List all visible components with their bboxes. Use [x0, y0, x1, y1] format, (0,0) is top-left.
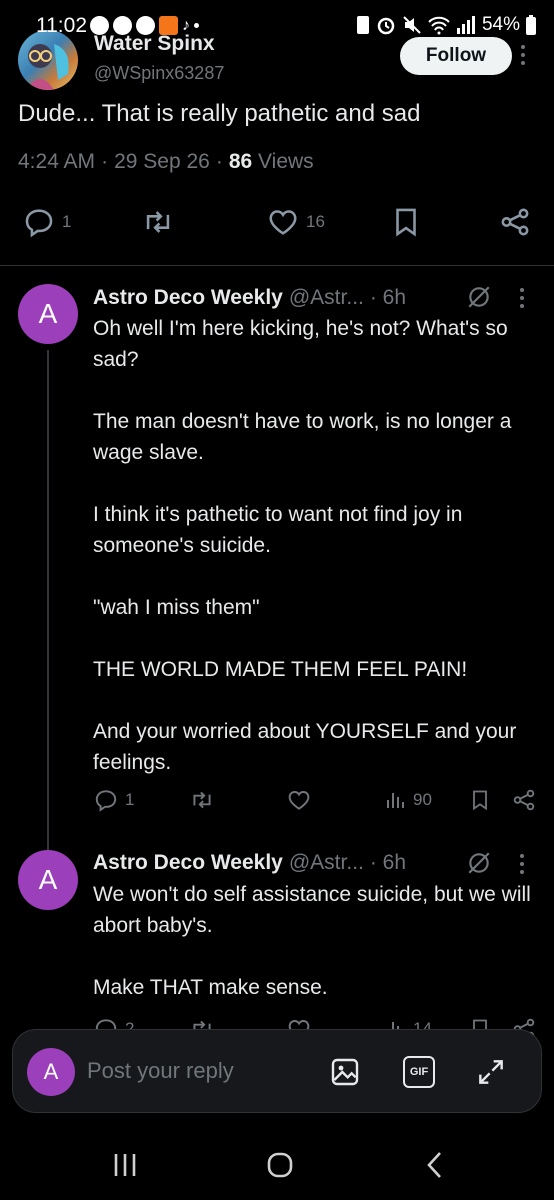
reply-reply-button[interactable]: 1 [93, 787, 134, 813]
reply-avatar[interactable]: A [18, 284, 78, 344]
reply-author-name[interactable]: Astro Deco Weekly [93, 286, 283, 310]
facebook-icon [136, 16, 155, 35]
dot-icon [194, 23, 199, 28]
reply-header: Astro Deco Weekly @Astr... · 6h [93, 286, 406, 310]
reply-text: We won't do self assistance suicide, but… [93, 883, 531, 999]
retweet-button[interactable] [140, 205, 176, 239]
share-icon [501, 208, 529, 236]
reply-reply-count: 1 [125, 790, 135, 809]
retweet-icon [146, 211, 170, 233]
reply-input[interactable]: Post your reply [87, 1058, 234, 1084]
grok-icon[interactable] [466, 850, 492, 876]
wifi-icon [428, 16, 450, 35]
author-handle[interactable]: @WSpinx63287 [94, 63, 224, 84]
recents-icon [114, 1154, 136, 1176]
reply-actions: 1 90 [93, 787, 543, 817]
reply-views-button[interactable]: 90 [383, 787, 432, 813]
reply-more-icon[interactable] [520, 288, 524, 308]
reply-author-handle[interactable]: @Astr... [289, 851, 364, 875]
tweet-text: Dude... That is really pathetic and sad [18, 100, 421, 127]
mute-icon [403, 16, 421, 34]
reply-avatar[interactable]: A [18, 850, 78, 910]
back-button[interactable] [420, 1150, 450, 1180]
battery-icon [526, 15, 536, 35]
reply-author-handle[interactable]: @Astr... [289, 286, 364, 310]
views-count: 86 [228, 150, 253, 173]
grok-icon[interactable] [466, 284, 492, 310]
home-icon [267, 1152, 293, 1178]
alarm-icon [377, 17, 395, 35]
home-button[interactable] [265, 1150, 295, 1180]
gif-icon[interactable]: GIF [403, 1056, 435, 1088]
image-button[interactable] [329, 1056, 361, 1088]
temu-icon [159, 16, 178, 35]
image-icon [331, 1058, 359, 1086]
reply-author-name[interactable]: Astro Deco Weekly [93, 851, 283, 875]
status-bar: 11:02 ♪ 54% [0, 0, 554, 52]
reply-button[interactable]: 1 [22, 205, 71, 239]
reply-header: Astro Deco Weekly @Astr... · 6h [93, 851, 406, 875]
views-icon [387, 793, 404, 808]
like-count: 16 [306, 212, 325, 231]
reply-count: 1 [62, 212, 72, 231]
tweet-meta: 4:24 AM · 29 Sep 26 · 86 Views [18, 150, 314, 173]
battery-percent: 54% [481, 14, 520, 35]
tweet-time: 4:24 AM [18, 150, 96, 173]
tweet-actions: 1 16 [0, 200, 554, 244]
tiktok-icon: ♪ [182, 16, 190, 34]
like-icon [269, 210, 297, 235]
reply-time: · 6h [369, 851, 407, 874]
expand-icon [479, 1060, 503, 1084]
facebook-icon [90, 16, 109, 35]
back-icon [427, 1152, 441, 1178]
facebook-icon [113, 16, 132, 35]
reply-icon [95, 790, 117, 812]
expand-button[interactable] [475, 1056, 507, 1088]
share-icon [513, 789, 535, 811]
reply-retweet-button[interactable] [188, 787, 216, 813]
bookmark-button[interactable] [389, 205, 423, 239]
recents-button[interactable] [110, 1150, 140, 1180]
divider [0, 265, 554, 266]
thread-line [47, 350, 49, 850]
like-icon [288, 791, 310, 810]
status-time: 11:02 [36, 14, 87, 37]
reply-share-button[interactable] [511, 787, 537, 813]
sim-icon [356, 16, 369, 34]
views-label: Views [258, 150, 314, 173]
bookmark-icon [396, 208, 416, 237]
reply-views-count: 90 [413, 790, 432, 809]
reply-text: Oh well I'm here kicking, he's not? What… [93, 317, 517, 774]
tweet-date: 29 Sep 26 [114, 150, 210, 173]
reply-composer[interactable]: A Post your reply GIF [12, 1029, 542, 1113]
share-button[interactable] [498, 205, 532, 239]
like-button[interactable]: 16 [266, 205, 325, 239]
notification-icons: ♪ [90, 16, 199, 35]
reply-icon [25, 209, 53, 238]
signal-icon [456, 16, 475, 34]
reply-time: · 6h [369, 286, 407, 309]
reply-more-icon[interactable] [520, 854, 524, 874]
composer-avatar: A [27, 1048, 75, 1096]
bookmark-icon [473, 790, 487, 811]
reply-like-button[interactable] [286, 787, 312, 813]
status-right: 54% [356, 14, 536, 36]
system-nav-bar [0, 1130, 554, 1200]
retweet-icon [193, 791, 211, 809]
reply-bookmark-button[interactable] [468, 787, 492, 813]
